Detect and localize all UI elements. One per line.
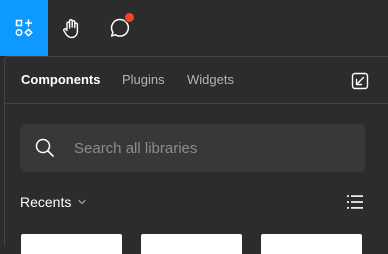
resources-tool-button[interactable]: [0, 0, 48, 56]
library-card[interactable]: [261, 234, 362, 254]
open-in-window-icon: [351, 72, 369, 90]
search-icon: [35, 138, 54, 157]
hand-tool-button[interactable]: [48, 0, 96, 56]
library-card[interactable]: [21, 234, 122, 254]
open-in-window-button[interactable]: [349, 70, 371, 92]
search-input[interactable]: [74, 124, 354, 172]
notification-badge: [124, 12, 135, 23]
recents-label: Recents: [20, 194, 72, 210]
search-box[interactable]: [20, 124, 365, 172]
tabs-divider: [5, 103, 388, 104]
list-view-icon[interactable]: [345, 192, 365, 212]
bottom-toolbar: [0, 0, 388, 56]
tab-components[interactable]: Components: [21, 71, 100, 89]
tab-widgets[interactable]: Widgets: [187, 71, 234, 89]
library-card[interactable]: [141, 234, 242, 254]
comment-tool-button[interactable]: [96, 0, 144, 56]
tab-plugins[interactable]: Plugins: [122, 71, 165, 89]
resources-panel: Components Plugins Widgets Recents: [4, 56, 388, 254]
hand-icon: [63, 19, 79, 39]
panel-tabs: Components Plugins Widgets: [5, 57, 388, 103]
chevron-down-icon: [78, 199, 87, 205]
resources-icon: [15, 19, 33, 37]
recents-dropdown[interactable]: Recents: [20, 193, 87, 211]
